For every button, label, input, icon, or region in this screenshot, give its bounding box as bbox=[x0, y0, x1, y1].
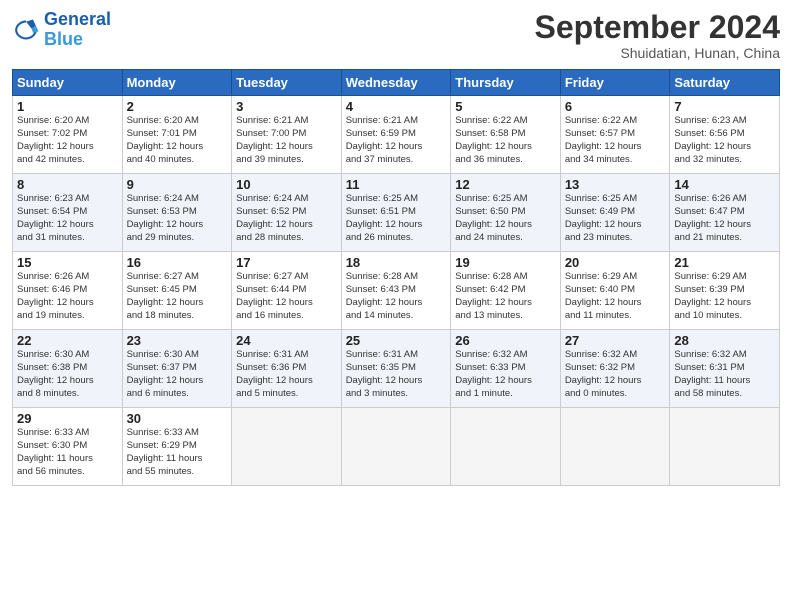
day-30: 30 Sunrise: 6:33 AMSunset: 6:29 PMDaylig… bbox=[122, 408, 232, 486]
week-row-1: 1 Sunrise: 6:20 AMSunset: 7:02 PMDayligh… bbox=[13, 96, 780, 174]
day-empty-3 bbox=[451, 408, 561, 486]
day-4: 4 Sunrise: 6:21 AMSunset: 6:59 PMDayligh… bbox=[341, 96, 451, 174]
logo: General Blue bbox=[12, 10, 111, 50]
day-empty-4 bbox=[560, 408, 670, 486]
day-1: 1 Sunrise: 6:20 AMSunset: 7:02 PMDayligh… bbox=[13, 96, 123, 174]
day-empty-5 bbox=[670, 408, 780, 486]
calendar-page: General Blue September 2024 Shuidatian, … bbox=[0, 0, 792, 612]
day-14: 14 Sunrise: 6:26 AMSunset: 6:47 PMDaylig… bbox=[670, 174, 780, 252]
day-6: 6 Sunrise: 6:22 AMSunset: 6:57 PMDayligh… bbox=[560, 96, 670, 174]
logo-blue: Blue bbox=[44, 29, 83, 49]
day-3: 3 Sunrise: 6:21 AMSunset: 7:00 PMDayligh… bbox=[232, 96, 342, 174]
day-24: 24 Sunrise: 6:31 AMSunset: 6:36 PMDaylig… bbox=[232, 330, 342, 408]
day-29: 29 Sunrise: 6:33 AMSunset: 6:30 PMDaylig… bbox=[13, 408, 123, 486]
day-26: 26 Sunrise: 6:32 AMSunset: 6:33 PMDaylig… bbox=[451, 330, 561, 408]
day-15: 15 Sunrise: 6:26 AMSunset: 6:46 PMDaylig… bbox=[13, 252, 123, 330]
logo-text: General Blue bbox=[44, 10, 111, 50]
day-28: 28 Sunrise: 6:32 AMSunset: 6:31 PMDaylig… bbox=[670, 330, 780, 408]
calendar-table: Sunday Monday Tuesday Wednesday Thursday… bbox=[12, 69, 780, 486]
logo-general: General bbox=[44, 9, 111, 29]
day-9: 9 Sunrise: 6:24 AMSunset: 6:53 PMDayligh… bbox=[122, 174, 232, 252]
day-17: 17 Sunrise: 6:27 AMSunset: 6:44 PMDaylig… bbox=[232, 252, 342, 330]
day-20: 20 Sunrise: 6:29 AMSunset: 6:40 PMDaylig… bbox=[560, 252, 670, 330]
day-27: 27 Sunrise: 6:32 AMSunset: 6:32 PMDaylig… bbox=[560, 330, 670, 408]
header-thursday: Thursday bbox=[451, 70, 561, 96]
header-sunday: Sunday bbox=[13, 70, 123, 96]
header-tuesday: Tuesday bbox=[232, 70, 342, 96]
week-row-5: 29 Sunrise: 6:33 AMSunset: 6:30 PMDaylig… bbox=[13, 408, 780, 486]
day-23: 23 Sunrise: 6:30 AMSunset: 6:37 PMDaylig… bbox=[122, 330, 232, 408]
day-21: 21 Sunrise: 6:29 AMSunset: 6:39 PMDaylig… bbox=[670, 252, 780, 330]
day-16: 16 Sunrise: 6:27 AMSunset: 6:45 PMDaylig… bbox=[122, 252, 232, 330]
day-10: 10 Sunrise: 6:24 AMSunset: 6:52 PMDaylig… bbox=[232, 174, 342, 252]
header-wednesday: Wednesday bbox=[341, 70, 451, 96]
day-13: 13 Sunrise: 6:25 AMSunset: 6:49 PMDaylig… bbox=[560, 174, 670, 252]
day-5: 5 Sunrise: 6:22 AMSunset: 6:58 PMDayligh… bbox=[451, 96, 561, 174]
day-12: 12 Sunrise: 6:25 AMSunset: 6:50 PMDaylig… bbox=[451, 174, 561, 252]
week-row-4: 22 Sunrise: 6:30 AMSunset: 6:38 PMDaylig… bbox=[13, 330, 780, 408]
month-title: September 2024 bbox=[535, 10, 780, 45]
page-header: General Blue September 2024 Shuidatian, … bbox=[12, 10, 780, 61]
header-saturday: Saturday bbox=[670, 70, 780, 96]
day-7: 7 Sunrise: 6:23 AMSunset: 6:56 PMDayligh… bbox=[670, 96, 780, 174]
day-2: 2 Sunrise: 6:20 AMSunset: 7:01 PMDayligh… bbox=[122, 96, 232, 174]
day-19: 19 Sunrise: 6:28 AMSunset: 6:42 PMDaylig… bbox=[451, 252, 561, 330]
day-11: 11 Sunrise: 6:25 AMSunset: 6:51 PMDaylig… bbox=[341, 174, 451, 252]
day-22: 22 Sunrise: 6:30 AMSunset: 6:38 PMDaylig… bbox=[13, 330, 123, 408]
header-friday: Friday bbox=[560, 70, 670, 96]
weekday-header-row: Sunday Monday Tuesday Wednesday Thursday… bbox=[13, 70, 780, 96]
day-8: 8 Sunrise: 6:23 AMSunset: 6:54 PMDayligh… bbox=[13, 174, 123, 252]
day-18: 18 Sunrise: 6:28 AMSunset: 6:43 PMDaylig… bbox=[341, 252, 451, 330]
location-subtitle: Shuidatian, Hunan, China bbox=[535, 45, 780, 61]
logo-icon bbox=[12, 16, 40, 44]
week-row-3: 15 Sunrise: 6:26 AMSunset: 6:46 PMDaylig… bbox=[13, 252, 780, 330]
day-25: 25 Sunrise: 6:31 AMSunset: 6:35 PMDaylig… bbox=[341, 330, 451, 408]
day-empty-1 bbox=[232, 408, 342, 486]
day-empty-2 bbox=[341, 408, 451, 486]
title-block: September 2024 Shuidatian, Hunan, China bbox=[535, 10, 780, 61]
week-row-2: 8 Sunrise: 6:23 AMSunset: 6:54 PMDayligh… bbox=[13, 174, 780, 252]
header-monday: Monday bbox=[122, 70, 232, 96]
